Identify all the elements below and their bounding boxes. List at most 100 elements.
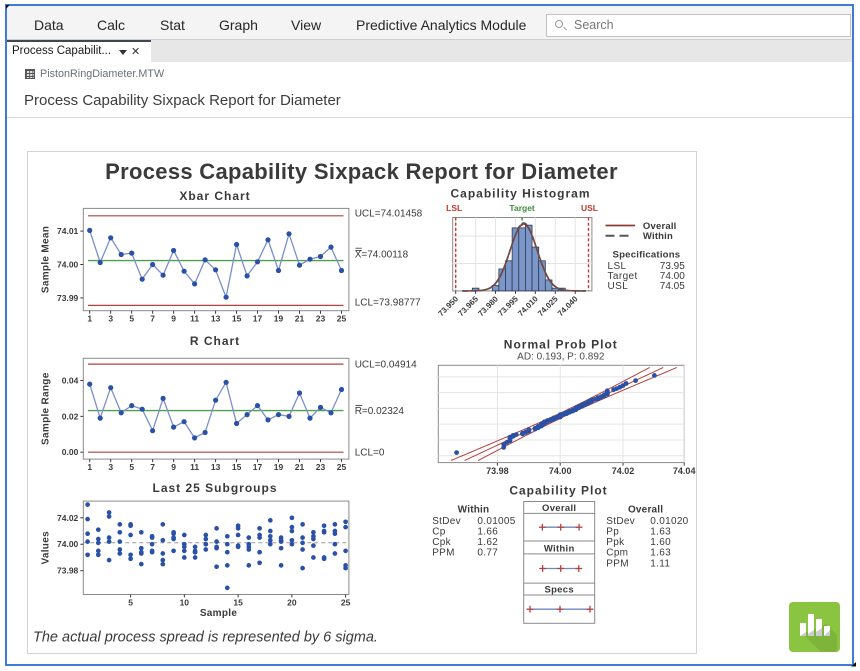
svg-text:R=0.02324: R=0.02324 <box>355 406 405 417</box>
svg-text:9: 9 <box>171 462 176 472</box>
svg-text:11: 11 <box>190 314 199 324</box>
svg-text:Specifications: Specifications <box>613 250 681 261</box>
svg-text:AD: 0.193, P: 0.892: AD: 0.193, P: 0.892 <box>517 352 605 363</box>
svg-text:0.01020: 0.01020 <box>650 516 688 527</box>
svg-text:25: 25 <box>341 598 351 608</box>
svg-text:R Chart: R Chart <box>190 334 240 348</box>
svg-text:74.00: 74.00 <box>549 466 572 476</box>
svg-text:0.02: 0.02 <box>62 411 79 421</box>
svg-text:73.98: 73.98 <box>486 466 509 476</box>
svg-text:21: 21 <box>295 314 305 324</box>
svg-text:74.00: 74.00 <box>57 539 79 549</box>
svg-text:1.63: 1.63 <box>650 527 671 538</box>
svg-text:13: 13 <box>211 314 221 324</box>
svg-text:74.02: 74.02 <box>612 466 635 476</box>
svg-text:10: 10 <box>180 598 190 608</box>
svg-text:73.950: 73.950 <box>436 294 460 318</box>
svg-text:1.66: 1.66 <box>477 527 498 538</box>
svg-text:15: 15 <box>233 598 243 608</box>
svg-text:Within: Within <box>458 504 490 515</box>
svg-text:74.00: 74.00 <box>57 260 79 270</box>
svg-text:StDev: StDev <box>606 516 635 527</box>
svg-text:Cpm: Cpm <box>606 548 628 559</box>
svg-text:73.995: 73.995 <box>496 294 520 318</box>
svg-text:Sample Mean: Sample Mean <box>41 226 52 293</box>
svg-text:Target: Target <box>509 203 535 213</box>
svg-text:25: 25 <box>337 314 347 324</box>
svg-text:7: 7 <box>150 314 155 324</box>
svg-text:0.77: 0.77 <box>477 548 498 559</box>
svg-text:21: 21 <box>295 462 305 472</box>
svg-text:15: 15 <box>232 314 242 324</box>
svg-text:11: 11 <box>190 462 199 472</box>
svg-text:LCL=73.98777: LCL=73.98777 <box>355 298 421 309</box>
svg-text:19: 19 <box>274 462 284 472</box>
svg-text:Cpk: Cpk <box>432 537 451 548</box>
svg-text:20: 20 <box>287 598 297 608</box>
svg-text:Normal Prob Plot: Normal Prob Plot <box>504 338 618 352</box>
svg-text:74.05: 74.05 <box>660 281 685 292</box>
svg-text:74.010: 74.010 <box>516 294 540 318</box>
svg-text:Capability Plot: Capability Plot <box>509 484 607 498</box>
svg-text:1.60: 1.60 <box>650 537 671 548</box>
svg-text:3: 3 <box>108 314 113 324</box>
svg-text:0.01005: 0.01005 <box>477 516 515 527</box>
svg-text:StDev: StDev <box>432 516 461 527</box>
svg-text:13: 13 <box>211 462 221 472</box>
svg-text:Overall: Overall <box>542 503 576 514</box>
svg-text:23: 23 <box>316 462 326 472</box>
svg-text:Within: Within <box>643 231 673 242</box>
svg-text:5: 5 <box>128 598 133 608</box>
svg-text:1: 1 <box>87 314 92 324</box>
svg-text:Xbar Chart: Xbar Chart <box>179 189 250 203</box>
svg-text:Sample Range: Sample Range <box>41 372 52 445</box>
svg-text:1.11: 1.11 <box>650 558 670 569</box>
svg-text:74.025: 74.025 <box>536 294 560 318</box>
svg-text:PPM: PPM <box>606 558 629 569</box>
svg-text:15: 15 <box>232 462 242 472</box>
svg-text:74.01: 74.01 <box>57 226 79 236</box>
svg-text:73.980: 73.980 <box>476 294 500 318</box>
svg-text:Process Capability Sixpack Rep: Process Capability Sixpack Report for Di… <box>105 159 618 184</box>
svg-text:LCL=0: LCL=0 <box>355 448 385 459</box>
svg-text:19: 19 <box>274 314 284 324</box>
svg-text:USL: USL <box>581 203 598 213</box>
svg-text:74.040: 74.040 <box>556 294 580 318</box>
svg-text:5: 5 <box>129 462 134 472</box>
svg-text:X=74.00118: X=74.00118 <box>355 250 409 261</box>
svg-text:UCL=0.04914: UCL=0.04914 <box>355 359 417 370</box>
svg-text:3: 3 <box>108 462 113 472</box>
svg-text:Pp: Pp <box>606 527 619 538</box>
svg-text:Cp: Cp <box>432 527 446 538</box>
svg-text:UCL=74.01458: UCL=74.01458 <box>355 209 423 220</box>
svg-text:73.98: 73.98 <box>57 566 79 576</box>
svg-text:9: 9 <box>171 314 176 324</box>
svg-text:Sample: Sample <box>200 608 238 619</box>
svg-text:25: 25 <box>337 462 347 472</box>
svg-text:0.04: 0.04 <box>62 376 79 386</box>
svg-text:Specs: Specs <box>544 584 574 595</box>
svg-text:Overall: Overall <box>628 504 663 515</box>
svg-text:73.965: 73.965 <box>456 294 480 318</box>
svg-text:5: 5 <box>129 314 134 324</box>
svg-text:17: 17 <box>253 314 263 324</box>
svg-text:7: 7 <box>150 462 155 472</box>
svg-text:73.99: 73.99 <box>57 293 79 303</box>
svg-text:LSL: LSL <box>446 203 462 213</box>
svg-text:The actual process spread is r: The actual process spread is represented… <box>33 630 378 646</box>
svg-text:1: 1 <box>87 462 92 472</box>
svg-text:17: 17 <box>253 462 263 472</box>
svg-text:74.02: 74.02 <box>57 513 79 523</box>
svg-text:Within: Within <box>544 543 575 554</box>
svg-text:1.63: 1.63 <box>650 548 671 559</box>
svg-text:1.62: 1.62 <box>477 537 498 548</box>
svg-text:Capability Histogram: Capability Histogram <box>450 187 590 201</box>
svg-text:23: 23 <box>316 314 326 324</box>
svg-text:Last 25 Subgroups: Last 25 Subgroups <box>152 481 277 495</box>
svg-text:0.00: 0.00 <box>62 447 79 457</box>
svg-text:USL: USL <box>608 281 629 292</box>
svg-text:Ppk: Ppk <box>606 537 625 548</box>
svg-text:74.04: 74.04 <box>673 466 696 476</box>
svg-text:PPM: PPM <box>432 548 455 559</box>
svg-text:Values: Values <box>41 531 52 565</box>
